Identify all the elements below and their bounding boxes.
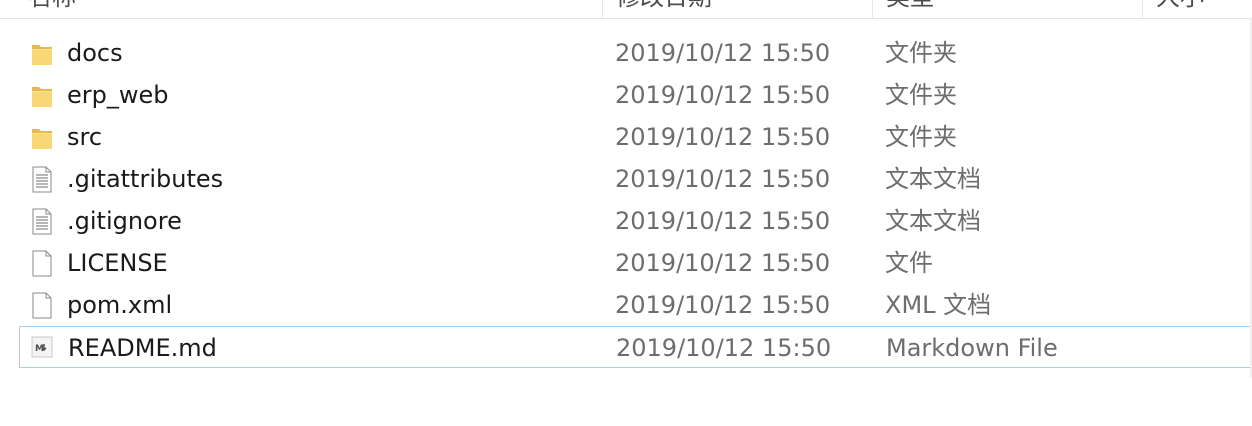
file-type: Markdown File — [886, 334, 1058, 362]
file-modified-date: 2019/10/12 15:50 — [615, 165, 831, 193]
file-modified-date: 2019/10/12 15:50 — [615, 123, 831, 151]
file-name: docs — [67, 39, 123, 67]
file-modified-date: 2019/10/12 15:50 — [615, 249, 831, 277]
column-divider[interactable] — [602, 0, 603, 18]
folder-icon — [29, 80, 55, 110]
file-type: 文件夹 — [885, 39, 957, 67]
text-document-icon — [29, 206, 55, 236]
column-header-name[interactable]: 名称 — [28, 0, 76, 18]
column-header-type[interactable]: 类型 — [886, 0, 934, 18]
file-modified-date: 2019/10/12 15:50 — [615, 207, 831, 235]
folder-icon — [29, 38, 55, 68]
file-modified-date: 2019/10/12 15:50 — [615, 291, 831, 319]
text-document-icon — [29, 164, 55, 194]
file-modified-date: 2019/10/12 15:50 — [616, 334, 832, 362]
file-row-docs[interactable]: docs 2019/10/12 15:50 文件夹 — [19, 32, 1252, 74]
file-modified-date: 2019/10/12 15:50 — [615, 39, 831, 67]
file-name: .gitignore — [67, 207, 182, 235]
markdown-file-icon: M — [29, 332, 55, 362]
column-divider[interactable] — [872, 0, 873, 18]
file-name: erp_web — [67, 81, 169, 109]
file-name: LICENSE — [67, 249, 168, 277]
file-type: XML 文档 — [885, 291, 992, 319]
file-row-readme[interactable]: M README.md 2019/10/12 15:50 Markdown Fi… — [19, 326, 1252, 368]
file-list: docs 2019/10/12 15:50 文件夹 erp_web 2019/1… — [19, 32, 1252, 368]
blank-file-icon — [29, 248, 55, 278]
file-type: 文件夹 — [885, 123, 957, 151]
file-name: .gitattributes — [67, 165, 224, 193]
file-type: 文本文档 — [885, 165, 981, 193]
file-row-license[interactable]: LICENSE 2019/10/12 15:50 文件 — [19, 242, 1252, 284]
file-modified-date: 2019/10/12 15:50 — [615, 81, 831, 109]
column-header-size[interactable]: 大小 — [1156, 0, 1204, 18]
file-row-pom-xml[interactable]: pom.xml 2019/10/12 15:50 XML 文档 — [19, 284, 1252, 326]
file-row-src[interactable]: src 2019/10/12 15:50 文件夹 — [19, 116, 1252, 158]
folder-icon — [29, 122, 55, 152]
file-explorer-window: 名称 修改日期 类型 大小 docs 2019/10/12 15:50 文件夹 — [0, 0, 1252, 426]
column-divider[interactable] — [1142, 0, 1143, 18]
file-type: 文本文档 — [885, 207, 981, 235]
file-name: pom.xml — [67, 291, 173, 319]
file-type: 文件夹 — [885, 81, 957, 109]
file-name: src — [67, 123, 103, 151]
file-name: README.md — [68, 334, 217, 362]
column-header-bar: 名称 修改日期 类型 大小 — [0, 0, 1252, 19]
file-row-gitignore[interactable]: .gitignore 2019/10/12 15:50 文本文档 — [19, 200, 1252, 242]
file-row-gitattributes[interactable]: .gitattributes 2019/10/12 15:50 文本文档 — [19, 158, 1252, 200]
file-type: 文件 — [885, 249, 933, 277]
blank-file-icon — [29, 290, 55, 320]
column-header-modified[interactable]: 修改日期 — [616, 0, 712, 18]
file-row-erp-web[interactable]: erp_web 2019/10/12 15:50 文件夹 — [19, 74, 1252, 116]
